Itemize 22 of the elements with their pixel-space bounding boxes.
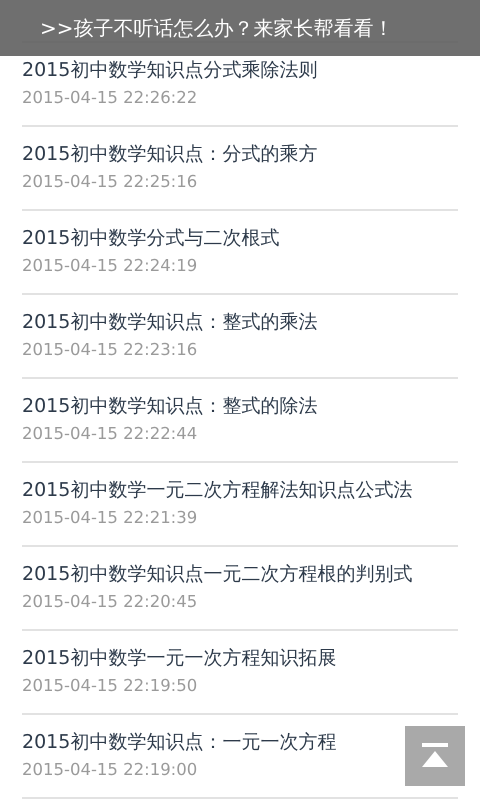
article-title[interactable]: 2015初中数学知识点一元二次方程根的判别式 (22, 561, 412, 587)
article-title[interactable]: 2015初中数学知识点：整式的乘法 (22, 309, 318, 335)
article-title[interactable]: 2015初中数学一元一次方程知识拓展 (22, 645, 336, 671)
article-date: 2015-04-15 22:25:16 (22, 171, 198, 193)
article-date: 2015-04-15 22:20:45 (22, 591, 198, 613)
article-date: 2015-04-15 22:26:22 (22, 87, 198, 109)
article-date: 2015-04-15 22:23:16 (22, 339, 198, 361)
article-date: 2015-04-15 22:19:00 (22, 759, 198, 781)
article-date: 2015-04-15 22:21:39 (22, 507, 198, 529)
article-title[interactable]: 2015初中数学知识点：一元一次方程 (22, 729, 336, 755)
banner-text[interactable]: >>孩子不听话怎么办？来家长帮看看！ (40, 13, 394, 43)
article-title[interactable]: 2015初中数学分式与二次根式 (22, 225, 280, 251)
promo-banner[interactable]: >>孩子不听话怎么办？来家长帮看看！ (0, 0, 480, 56)
article-title[interactable]: 2015初中数学知识点：整式的除法 (22, 393, 318, 419)
article-date: 2015-04-15 22:19:50 (22, 675, 198, 697)
arrow-up-icon (421, 743, 449, 769)
back-to-top-button[interactable] (405, 726, 465, 786)
article-date: 2015-04-15 22:24:19 (22, 255, 198, 277)
article-title[interactable]: 2015初中数学知识点分式乘除法则 (22, 57, 318, 83)
article-date: 2015-04-15 22:22:44 (22, 423, 198, 445)
article-title[interactable]: 2015初中数学知识点：分式的乘方 (22, 141, 318, 167)
article-title[interactable]: 2015初中数学一元二次方程解法知识点公式法 (22, 477, 412, 503)
